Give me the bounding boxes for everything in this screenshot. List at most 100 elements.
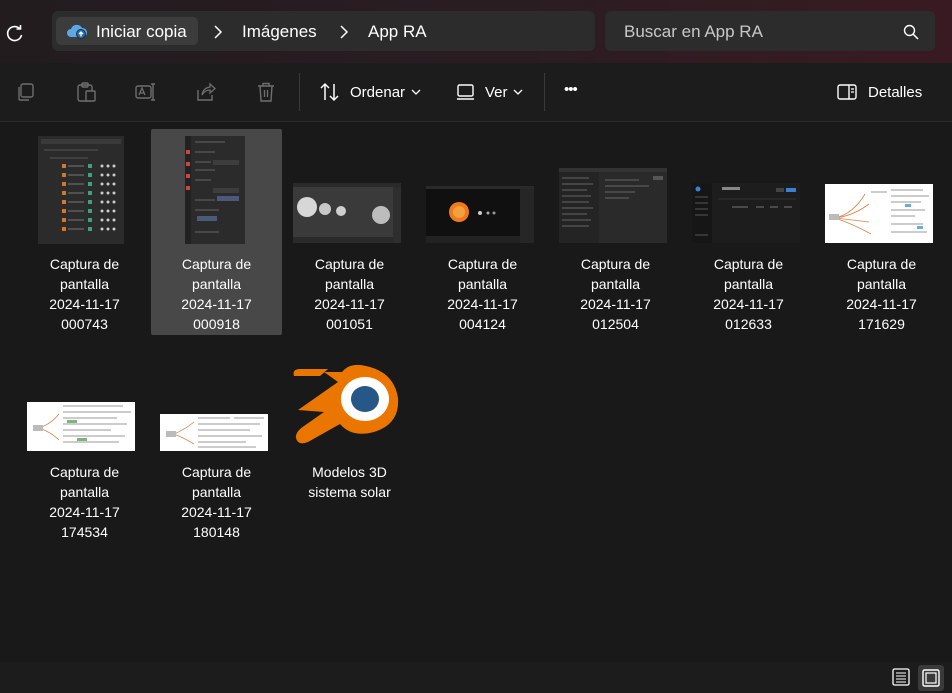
thumbnail-image bbox=[160, 414, 268, 451]
file-name-line: 2024-11-17 bbox=[846, 296, 917, 312]
breadcrumb-item-iniciar-copia[interactable]: Iniciar copia bbox=[56, 17, 198, 45]
sort-button[interactable]: Ordenar bbox=[312, 63, 427, 121]
address-bar-area: Iniciar copia Imágenes App RA Buscar en … bbox=[0, 0, 952, 63]
details-label: Detalles bbox=[868, 84, 923, 101]
file-name-line: Captura de bbox=[181, 464, 252, 480]
file-name-line: pantalla bbox=[59, 276, 110, 292]
view-button[interactable]: Ver bbox=[450, 63, 530, 121]
file-name-line: 2024-11-17 bbox=[49, 296, 120, 312]
file-name: Captura de pantalla 2024-11-17 171629 bbox=[816, 254, 947, 334]
file-name-line: pantalla bbox=[457, 276, 508, 292]
file-name: Captura de pantalla 2024-11-17 000918 bbox=[151, 254, 282, 334]
share-icon[interactable] bbox=[195, 81, 217, 103]
file-name: Captura de pantalla 2024-11-17 001051 bbox=[284, 254, 415, 334]
file-name-line: 012504 bbox=[592, 316, 639, 332]
file-item[interactable]: Captura de pantalla 2024-11-17 174534 bbox=[19, 338, 150, 543]
file-item[interactable]: Captura de pantalla 2024-11-17 180148 bbox=[151, 338, 282, 543]
file-name-line: pantalla bbox=[324, 276, 375, 292]
file-item-selected[interactable]: Captura de pantalla 2024-11-17 000918 bbox=[151, 129, 282, 335]
file-name-line: 174534 bbox=[61, 524, 108, 540]
chevron-right-icon bbox=[340, 25, 349, 39]
file-name-line: 001051 bbox=[326, 316, 373, 332]
file-name: Captura de pantalla 2024-11-17 000743 bbox=[19, 254, 150, 334]
large-icons-view-button[interactable] bbox=[918, 665, 944, 691]
file-name-line: pantalla bbox=[590, 276, 641, 292]
file-name-line: Captura de bbox=[846, 256, 917, 272]
details-pane-button[interactable]: Detalles bbox=[830, 63, 930, 121]
sort-icon bbox=[320, 82, 339, 102]
thumbnail-image bbox=[293, 183, 401, 243]
file-name-line: 180148 bbox=[193, 524, 240, 540]
file-name-line: pantalla bbox=[723, 276, 774, 292]
search-input[interactable]: Buscar en App RA bbox=[605, 11, 935, 51]
view-icon bbox=[457, 84, 474, 100]
breadcrumb-label: Iniciar copia bbox=[96, 22, 187, 41]
file-name-line: Captura de bbox=[181, 256, 252, 272]
file-name: Captura de pantalla 2024-11-17 174534 bbox=[19, 462, 150, 542]
file-name-line: 012633 bbox=[725, 316, 772, 332]
file-name: Modelos 3D sistema solar bbox=[284, 462, 415, 502]
file-grid: Captura de pantalla 2024-11-17 000743 Ca… bbox=[0, 122, 952, 662]
more-options-button[interactable]: ••• bbox=[564, 81, 578, 98]
file-item[interactable]: Captura de pantalla 2024-11-17 001051 bbox=[284, 130, 415, 335]
details-view-icon[interactable] bbox=[890, 666, 912, 688]
file-name-line: pantalla bbox=[856, 276, 907, 292]
file-name: Captura de pantalla 2024-11-17 012504 bbox=[550, 254, 681, 334]
delete-icon[interactable] bbox=[255, 81, 277, 103]
file-item[interactable]: Captura de pantalla 2024-11-17 004124 bbox=[417, 130, 548, 335]
toolbar-divider bbox=[299, 73, 300, 111]
thumbnail-image bbox=[185, 136, 245, 244]
file-name-line: 000743 bbox=[61, 316, 108, 332]
file-name-line: pantalla bbox=[191, 276, 242, 292]
thumbnail-image bbox=[426, 186, 534, 243]
breadcrumb[interactable]: Iniciar copia Imágenes App RA bbox=[52, 11, 595, 51]
thumbnail-image bbox=[825, 184, 933, 243]
file-item[interactable]: Modelos 3D sistema solar bbox=[284, 338, 415, 508]
breadcrumb-item-imagenes[interactable]: Imágenes bbox=[242, 22, 317, 42]
status-bar bbox=[0, 662, 952, 693]
file-name: Captura de pantalla 2024-11-17 012633 bbox=[683, 254, 814, 334]
file-name-line: pantalla bbox=[59, 484, 110, 500]
file-item[interactable]: Captura de pantalla 2024-11-17 012633 bbox=[683, 130, 814, 335]
large-icons-view-icon bbox=[922, 669, 940, 687]
cloud-backup-icon bbox=[67, 24, 88, 39]
breadcrumb-item-app-ra[interactable]: App RA bbox=[368, 22, 427, 42]
file-name-line: 171629 bbox=[858, 316, 905, 332]
file-name-line: Captura de bbox=[314, 256, 385, 272]
file-name-line: 2024-11-17 bbox=[181, 296, 252, 312]
search-icon[interactable] bbox=[903, 24, 919, 40]
view-label: Ver bbox=[485, 84, 508, 101]
file-name-line: Captura de bbox=[49, 464, 120, 480]
thumbnail-image bbox=[38, 136, 124, 244]
chevron-down-icon bbox=[411, 89, 421, 95]
file-name-line: 004124 bbox=[459, 316, 506, 332]
paste-icon[interactable] bbox=[75, 81, 97, 103]
file-name-line: Modelos 3D bbox=[312, 464, 387, 480]
file-name-line: Captura de bbox=[49, 256, 120, 272]
file-name-line: 2024-11-17 bbox=[314, 296, 385, 312]
file-name-line: sistema solar bbox=[308, 484, 391, 500]
toolbar-divider bbox=[544, 73, 545, 111]
file-name-line: Captura de bbox=[713, 256, 784, 272]
file-item[interactable]: Captura de pantalla 2024-11-17 012504 bbox=[550, 130, 681, 335]
file-name-line: pantalla bbox=[191, 484, 242, 500]
refresh-icon[interactable] bbox=[4, 22, 26, 44]
thumbnail-image bbox=[692, 183, 800, 243]
chevron-right-icon bbox=[214, 25, 223, 39]
file-name-line: Captura de bbox=[447, 256, 518, 272]
copy-icon[interactable] bbox=[15, 81, 37, 103]
chevron-down-icon bbox=[513, 89, 523, 95]
file-item[interactable]: Captura de pantalla 2024-11-17 000743 bbox=[19, 130, 150, 335]
file-name-line: 2024-11-17 bbox=[181, 504, 252, 520]
file-name-line: Captura de bbox=[580, 256, 651, 272]
file-name-line: 2024-11-17 bbox=[49, 504, 120, 520]
details-pane-icon bbox=[837, 84, 857, 100]
file-name: Captura de pantalla 2024-11-17 180148 bbox=[151, 462, 282, 542]
rename-icon[interactable] bbox=[135, 81, 157, 103]
file-name: Captura de pantalla 2024-11-17 004124 bbox=[417, 254, 548, 334]
file-name-line: 2024-11-17 bbox=[447, 296, 518, 312]
file-item[interactable]: Captura de pantalla 2024-11-17 171629 bbox=[816, 130, 947, 335]
file-name-line: 000918 bbox=[193, 316, 240, 332]
thumbnail-image bbox=[559, 168, 667, 243]
blender-file-icon bbox=[293, 364, 399, 444]
